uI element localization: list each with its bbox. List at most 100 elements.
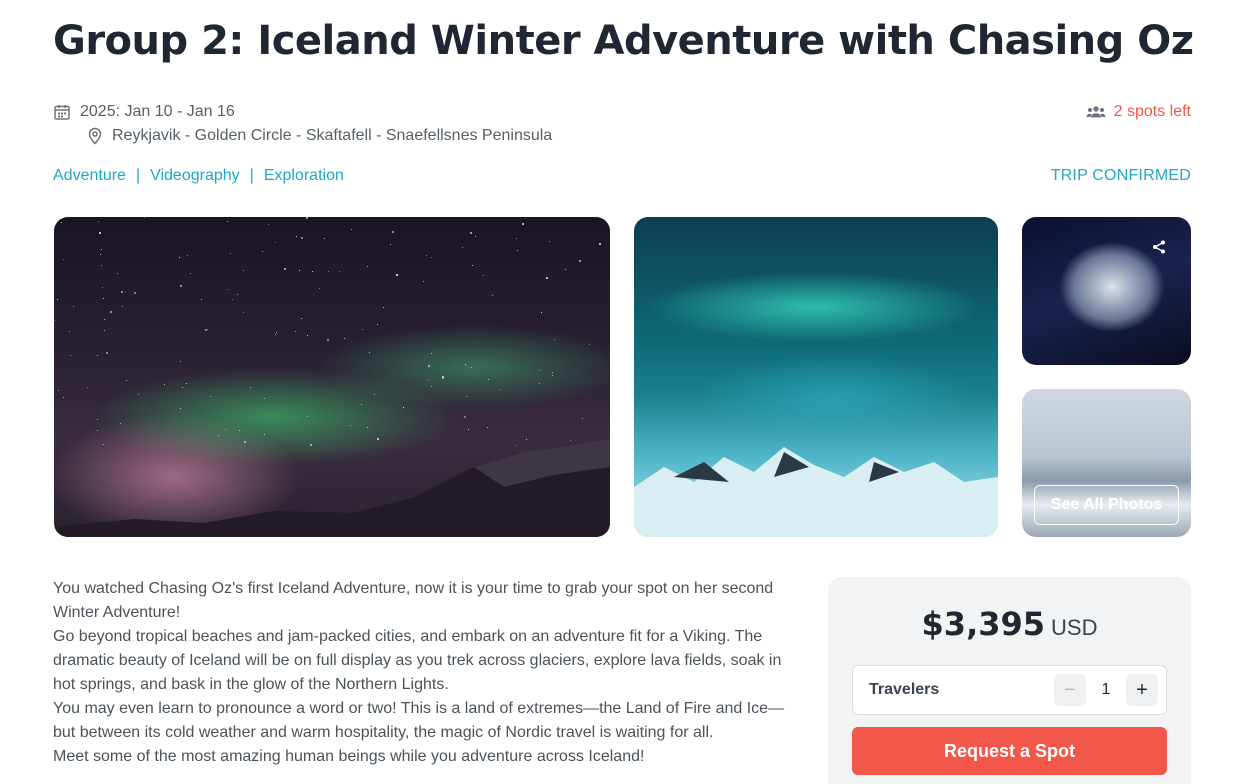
travelers-label: Travelers: [869, 681, 940, 698]
spots-left: 2 spots left: [1086, 103, 1191, 121]
gallery-photo-ice-crystal[interactable]: [1022, 217, 1191, 365]
star: [134, 292, 136, 294]
star: [487, 427, 488, 428]
star: [70, 355, 71, 356]
star: [599, 243, 601, 245]
star: [339, 271, 340, 272]
star: [299, 270, 300, 271]
spots-left-text: 2 spots left: [1113, 103, 1191, 120]
mountain-silhouette: [54, 439, 610, 537]
star: [262, 251, 263, 252]
star: [103, 444, 104, 445]
star: [187, 255, 188, 256]
star: [307, 416, 308, 417]
star: [63, 259, 64, 260]
star: [97, 419, 98, 420]
star: [472, 265, 473, 266]
description-paragraph: Meet some of the most amazing human bein…: [53, 748, 645, 765]
star: [552, 375, 553, 376]
star: [361, 404, 362, 405]
star: [362, 329, 363, 330]
star: [180, 285, 182, 287]
increase-travelers-button[interactable]: +: [1126, 674, 1158, 706]
trip-description: You watched Chasing Oz's first Iceland A…: [53, 577, 803, 769]
star: [351, 229, 352, 230]
star: [310, 444, 312, 446]
star: [546, 277, 548, 279]
trip-dates: 2025: Jan 10 - Jan 16: [53, 103, 235, 121]
star: [423, 281, 424, 282]
description-paragraph: Go beyond tropical beaches and jam-packe…: [53, 628, 782, 693]
star: [97, 355, 98, 356]
star: [243, 270, 244, 271]
trip-tags: Adventure | Videography | Exploration: [53, 167, 344, 185]
decrease-travelers-button[interactable]: −: [1054, 674, 1086, 706]
star: [468, 429, 469, 430]
gallery-photo-main[interactable]: [54, 217, 610, 537]
price-amount: $3,395: [921, 605, 1046, 643]
star: [121, 291, 123, 293]
ice-chunks: [634, 447, 998, 537]
star: [431, 257, 432, 258]
star: [57, 299, 58, 300]
star: [232, 299, 233, 300]
tag-separator: |: [249, 167, 254, 184]
star: [522, 223, 524, 225]
star: [182, 387, 183, 388]
star: [488, 379, 489, 380]
star: [367, 266, 368, 267]
star: [464, 416, 466, 418]
tag-videography[interactable]: Videography: [150, 167, 240, 185]
gallery-photo-mountain[interactable]: See All Photos: [1022, 389, 1191, 537]
star: [120, 423, 121, 424]
star: [499, 389, 500, 390]
request-spot-button[interactable]: Request a Spot: [852, 727, 1167, 775]
gallery-photo-aurora-ice[interactable]: [634, 217, 998, 537]
star: [428, 365, 430, 367]
star: [99, 232, 101, 234]
star: [327, 339, 329, 341]
star: [295, 331, 296, 332]
map-pin-icon: [88, 127, 102, 145]
star: [244, 441, 246, 443]
star: [428, 379, 429, 380]
see-all-photos-button[interactable]: See All Photos: [1034, 485, 1179, 525]
star: [312, 271, 313, 272]
star: [250, 387, 251, 388]
star: [268, 224, 269, 225]
star: [579, 260, 581, 262]
tag-adventure[interactable]: Adventure: [53, 167, 126, 185]
star: [126, 380, 127, 381]
star: [227, 289, 228, 290]
star: [73, 306, 74, 307]
star: [101, 249, 102, 250]
star: [539, 383, 540, 384]
star: [144, 217, 145, 218]
star: [431, 353, 432, 354]
star: [426, 255, 427, 256]
description-paragraph: You watched Chasing Oz's first Iceland A…: [53, 580, 774, 621]
star: [367, 427, 368, 428]
star: [102, 287, 103, 288]
star: [138, 394, 139, 395]
star: [243, 312, 244, 313]
star: [570, 440, 571, 441]
tag-exploration[interactable]: Exploration: [264, 167, 344, 185]
star: [392, 231, 394, 233]
star: [483, 275, 484, 276]
share-button[interactable]: [1147, 235, 1171, 259]
star: [383, 307, 384, 308]
star: [516, 445, 517, 446]
star: [350, 425, 351, 426]
price: $3,395 USD: [828, 605, 1191, 643]
star: [517, 250, 518, 251]
star: [164, 384, 165, 385]
dates-text: 2025: Jan 10 - Jan 16: [80, 103, 235, 120]
travelers-count: 1: [1101, 681, 1111, 698]
trip-location: Reykjavik - Golden Circle - Skaftafell -…: [87, 127, 552, 145]
star: [104, 330, 105, 331]
people-icon: [1086, 106, 1106, 118]
tag-separator: |: [135, 167, 141, 184]
star: [117, 273, 118, 274]
star: [552, 372, 553, 373]
